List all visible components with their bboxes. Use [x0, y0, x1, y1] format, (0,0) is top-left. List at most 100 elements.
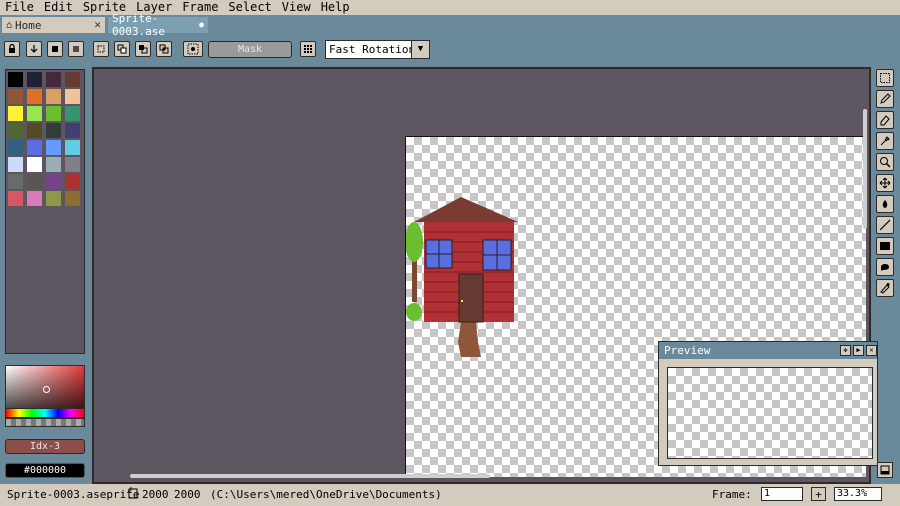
palette-swatch[interactable] [65, 123, 80, 138]
eyedropper-icon[interactable] [876, 132, 894, 150]
menu-view[interactable]: View [277, 0, 316, 15]
palette-swatch[interactable] [8, 191, 23, 206]
status-width: 2000 [142, 488, 169, 501]
paint-bucket-icon[interactable] [876, 195, 894, 213]
palette-swatch[interactable] [27, 89, 42, 104]
rotation-algorithm-select[interactable]: Fast Rotation ▼ [325, 40, 430, 59]
palette-swatch[interactable] [8, 89, 23, 104]
lock-icon[interactable] [4, 41, 20, 57]
pivot-icon[interactable] [183, 41, 203, 57]
rotation-select-value: Fast Rotation [329, 43, 416, 56]
mask-button-label: Mask [237, 44, 263, 55]
center-icon[interactable]: ✥ [840, 345, 851, 356]
palette-swatch[interactable] [65, 191, 80, 206]
palette-swatch[interactable] [65, 157, 80, 172]
modified-dot-icon[interactable]: ● [199, 20, 204, 29]
context-toolbar: Mask Fast Rotation ▼ [0, 35, 900, 67]
rectangle-icon[interactable] [876, 237, 894, 255]
status-bar: Sprite-0003.aseprite 2000 2000 (C:\Users… [0, 484, 900, 506]
palette-swatch[interactable] [27, 174, 42, 189]
preview-title-bar[interactable]: Preview ✥ ▶ ✕ [659, 342, 877, 359]
down-arrow-icon[interactable] [26, 41, 42, 57]
hue-slider[interactable] [5, 408, 85, 418]
chevron-down-icon[interactable]: ▼ [411, 41, 429, 58]
zoom-icon[interactable] [876, 153, 894, 171]
menu-help[interactable]: Help [316, 0, 355, 15]
palette-swatch[interactable] [27, 140, 42, 155]
palette-swatch[interactable] [46, 89, 61, 104]
palette-swatch[interactable] [27, 72, 42, 87]
tab-home[interactable]: ⌂ Home ✕ [2, 17, 105, 33]
move-icon[interactable] [876, 174, 894, 192]
blur-icon[interactable] [876, 279, 894, 297]
timeline-toggle-icon[interactable] [877, 462, 893, 478]
play-icon[interactable]: ▶ [853, 345, 864, 356]
plus-icon: + [815, 487, 822, 501]
color-hex-label: #000000 [23, 465, 67, 476]
eraser-icon[interactable] [876, 111, 894, 129]
palette-swatch[interactable] [65, 106, 80, 121]
alpha-slider[interactable] [5, 418, 85, 427]
pencil-icon[interactable] [876, 90, 894, 108]
status-filename: Sprite-0003.aseprite [7, 488, 140, 501]
palette-swatch[interactable] [65, 174, 80, 189]
color-index-label: Idx-3 [29, 441, 61, 452]
home-icon: ⌂ [6, 19, 13, 31]
palette-swatch[interactable] [65, 140, 80, 155]
preview-window: Preview ✥ ▶ ✕ [658, 341, 878, 466]
palette-swatch[interactable] [8, 106, 23, 121]
close-icon[interactable]: ✕ [866, 345, 877, 356]
color-index-button[interactable]: Idx-3 [5, 439, 85, 454]
palette-swatch[interactable] [27, 191, 42, 206]
selection-add-icon[interactable] [114, 41, 130, 57]
selection-replace-icon[interactable] [93, 41, 109, 57]
palette-swatch[interactable] [27, 106, 42, 121]
horizontal-scrollbar[interactable] [130, 474, 490, 478]
palette-swatch[interactable] [46, 191, 61, 206]
palette-swatch[interactable] [46, 157, 61, 172]
preview-title: Preview [664, 344, 711, 357]
palette-view [5, 69, 85, 354]
palette-swatch[interactable] [27, 157, 42, 172]
palette-swatch[interactable] [8, 123, 23, 138]
tab-sprite[interactable]: Sprite-0003.ase ● [108, 12, 208, 38]
menu-edit[interactable]: Edit [39, 0, 78, 15]
preview-canvas[interactable] [667, 367, 873, 459]
line-icon[interactable] [876, 216, 894, 234]
palette-swatch[interactable] [46, 140, 61, 155]
vertical-scrollbar[interactable] [863, 109, 867, 229]
contour-icon[interactable] [876, 258, 894, 276]
menu-file[interactable]: File [0, 0, 39, 15]
selection-intersect-icon[interactable] [156, 41, 172, 57]
tab-bar: ⌂ Home ✕ Sprite-0003.ase ● [0, 12, 900, 38]
rectangle-select-icon[interactable] [876, 69, 894, 87]
palette-swatch[interactable] [46, 72, 61, 87]
house-sprite [406, 197, 518, 357]
zoom-input-value: 33.3% [837, 488, 868, 499]
palette-swatch[interactable] [46, 174, 61, 189]
palette-swatch[interactable] [8, 140, 23, 155]
new-frame-button[interactable]: + [811, 487, 826, 501]
selection-subtract-icon[interactable] [135, 41, 151, 57]
fill-square-icon[interactable] [47, 41, 63, 57]
tab-home-label: Home [15, 18, 42, 32]
sprite-size-icon [128, 487, 138, 502]
frame-input[interactable]: 1 [761, 487, 803, 501]
palette-swatch[interactable] [65, 72, 80, 87]
palette-swatch[interactable] [8, 157, 23, 172]
picker-cursor-icon [43, 386, 50, 393]
frame-label: Frame: [712, 488, 752, 501]
palette-swatch[interactable] [65, 89, 80, 104]
color-hex-button[interactable]: #000000 [5, 463, 85, 478]
menu-select[interactable]: Select [223, 0, 276, 15]
zoom-input[interactable]: 33.3% [834, 487, 882, 501]
palette-swatch[interactable] [27, 123, 42, 138]
close-icon[interactable]: ✕ [94, 18, 101, 31]
palette-swatch[interactable] [8, 72, 23, 87]
mask-button[interactable]: Mask [208, 41, 292, 58]
grid-icon[interactable] [300, 41, 316, 57]
list-icon[interactable] [68, 41, 84, 57]
palette-swatch[interactable] [46, 123, 61, 138]
palette-swatch[interactable] [46, 106, 61, 121]
palette-swatch[interactable] [8, 174, 23, 189]
